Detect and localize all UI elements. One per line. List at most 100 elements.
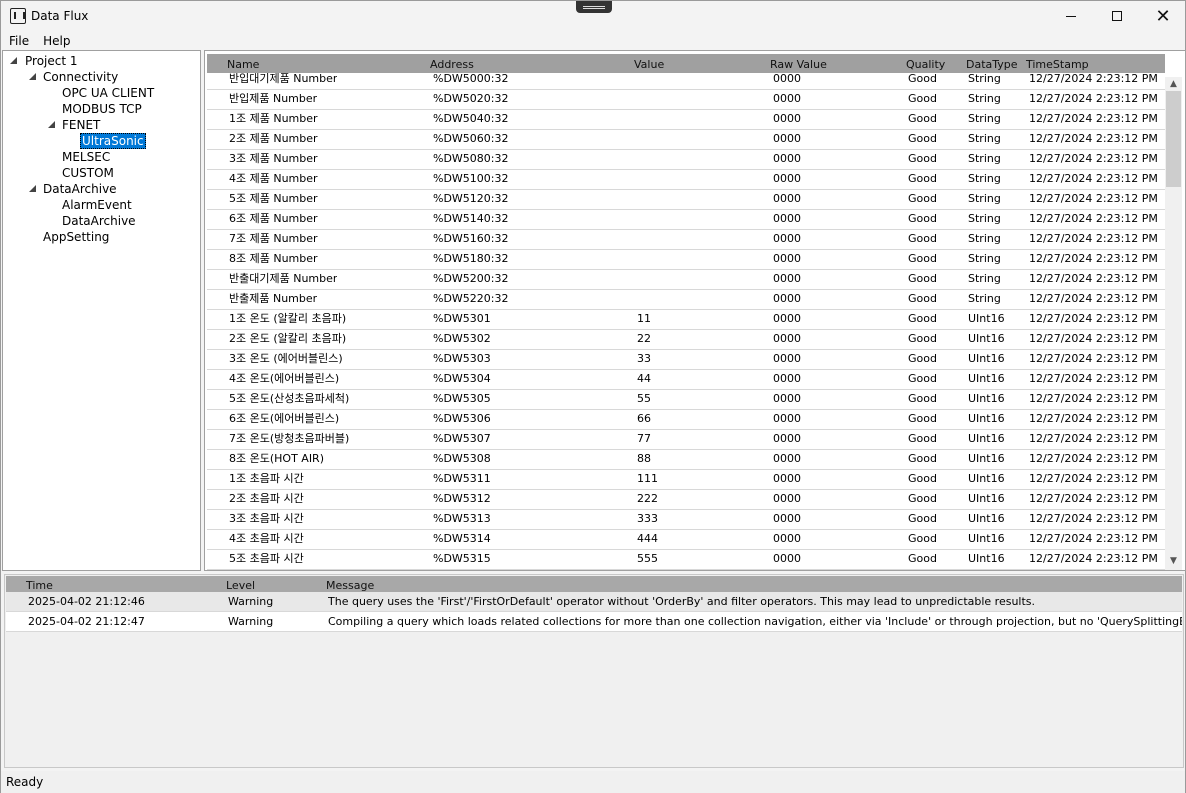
table-row[interactable]: 2조 온도 (알칼리 초음파) %DW5302 22 0000 Good UInt16 12…	[207, 330, 1165, 350]
table-row[interactable]: 4조 초음파 시간 %DW5314 444 0000 Good UInt16 12/27/2…	[207, 530, 1165, 550]
expanded-arrow-icon[interactable]	[29, 73, 36, 80]
maximize-button[interactable]	[1094, 1, 1140, 31]
cell-datatype: String	[968, 212, 1001, 225]
status-text: Ready	[6, 775, 44, 789]
table-row[interactable]: 1조 온도 (알칼리 초음파) %DW5301 11 0000 Good UInt16 12…	[207, 310, 1165, 330]
tree-label-dataarchive-child: DataArchive	[62, 214, 136, 228]
tree-label-dataarchive: DataArchive	[43, 182, 117, 196]
table-row[interactable]: 4조 온도(에어버블린스) %DW5304 44 0000 Good UInt16 12/2…	[207, 370, 1165, 390]
cell-value: 22	[637, 332, 651, 345]
tree-node-alarmevent[interactable]: AlarmEvent	[62, 197, 132, 213]
table-row[interactable]: 반출제품 Number %DW5220:32 0000 Good String 12/27…	[207, 290, 1165, 310]
cell-address: %DW5302	[433, 332, 491, 345]
table-row[interactable]: 5조 제품 Number %DW5120:32 0000 Good String 12/2…	[207, 190, 1165, 210]
cell-address: %DW5305	[433, 392, 491, 405]
column-header-name[interactable]: Name	[227, 58, 259, 71]
table-row[interactable]: 1조 초음파 시간 %DW5311 111 0000 Good UInt16 12/27/2…	[207, 470, 1165, 490]
tree-node-opc-ua-client[interactable]: OPC UA CLIENT	[62, 85, 154, 101]
cell-quality: Good	[908, 472, 937, 485]
tree-node-modbus-tcp[interactable]: MODBUS TCP	[62, 101, 142, 117]
log-cell-time: 2025-04-02 21:12:46	[28, 595, 145, 608]
log-column-header-level[interactable]: Level	[226, 579, 255, 592]
cell-quality: Good	[908, 112, 937, 125]
close-button[interactable]: ✕	[1140, 1, 1186, 31]
cell-name: 2조 온도 (알칼리 초음파)	[229, 332, 347, 345]
column-header-value[interactable]: Value	[634, 58, 664, 71]
table-row[interactable]: 4조 제품 Number %DW5100:32 0000 Good String 12/2…	[207, 170, 1165, 190]
cell-raw-value: 0000	[773, 272, 801, 285]
scroll-down-icon[interactable]: ▼	[1165, 554, 1182, 568]
cell-raw-value: 0000	[773, 412, 801, 425]
expanded-arrow-icon[interactable]	[29, 185, 36, 192]
table-row[interactable]: 6조 온도(에어버블린스) %DW5306 66 0000 Good UInt16 12/2…	[207, 410, 1165, 430]
cell-value: 88	[637, 452, 651, 465]
scroll-thumb[interactable]	[1166, 91, 1181, 187]
table-row[interactable]: 7조 제품 Number %DW5160:32 0000 Good String 12/2…	[207, 230, 1165, 250]
cell-raw-value: 0000	[773, 132, 801, 145]
menu-help[interactable]: Help	[36, 32, 77, 50]
log-panel[interactable]: Time Level Message 2025-04-02 21:12:46 Warn…	[4, 574, 1184, 768]
column-header-quality[interactable]: Quality	[906, 58, 945, 71]
table-row[interactable]: 5조 온도(산성초음파세척) %DW5305 55 0000 Good UInt16 12/…	[207, 390, 1165, 410]
column-header-raw-value[interactable]: Raw Value	[770, 58, 827, 71]
tree-node-melsec[interactable]: MELSEC	[62, 149, 110, 165]
table-row[interactable]: 반입대기제품 Number %DW5000:32 0000 Good String 12/…	[207, 73, 1165, 90]
cell-address: %DW5303	[433, 352, 491, 365]
grid-vertical-scrollbar[interactable]: ▲ ▼	[1165, 77, 1182, 570]
tree-node-appsetting[interactable]: AppSetting	[43, 229, 109, 245]
table-row[interactable]: 3조 온도 (에어버블린스) %DW5303 33 0000 Good UInt16 12/…	[207, 350, 1165, 370]
menu-file[interactable]: File	[1, 32, 36, 50]
cell-quality: Good	[908, 92, 937, 105]
cell-name: 6조 온도(에어버블린스)	[229, 412, 340, 425]
cell-name: 7조 온도(방청초음파버블)	[229, 432, 350, 445]
tag-grid[interactable]: Name Address Value Raw Value Quality DataType…	[204, 50, 1186, 571]
table-row[interactable]: 3조 제품 Number %DW5080:32 0000 Good String 12/2…	[207, 150, 1165, 170]
cell-datatype: UInt16	[968, 492, 1005, 505]
cell-address: %DW5080:32	[433, 152, 509, 165]
table-row[interactable]: 2조 초음파 시간 %DW5312 222 0000 Good UInt16 12/27/2…	[207, 490, 1165, 510]
cell-quality: Good	[908, 252, 937, 265]
cell-timestamp: 12/27/2024 2:23:12 PM	[1029, 372, 1158, 385]
cell-datatype: String	[968, 172, 1001, 185]
tree-label-modbus: MODBUS TCP	[62, 102, 142, 116]
cell-quality: Good	[908, 312, 937, 325]
cell-timestamp: 12/27/2024 2:23:12 PM	[1029, 212, 1158, 225]
column-header-address[interactable]: Address	[430, 58, 474, 71]
table-row[interactable]: 6조 제품 Number %DW5140:32 0000 Good String 12/2…	[207, 210, 1165, 230]
table-row[interactable]: 5조 초음파 시간 %DW5315 555 0000 Good UInt16 12/27/2…	[207, 550, 1165, 570]
table-row[interactable]: 1조 제품 Number %DW5040:32 0000 Good String 12/2…	[207, 110, 1165, 130]
cell-datatype: UInt16	[968, 312, 1005, 325]
cell-address: %DW5120:32	[433, 192, 509, 205]
table-row[interactable]: 반입제품 Number %DW5020:32 0000 Good String 12/27…	[207, 90, 1165, 110]
grid-body[interactable]: 반입대기제품 Number %DW5000:32 0000 Good String 12/…	[207, 73, 1165, 570]
column-header-timestamp[interactable]: TimeStamp	[1026, 58, 1089, 71]
log-row[interactable]: 2025-04-02 21:12:46 Warning The query uses…	[6, 592, 1182, 612]
log-cell-time: 2025-04-02 21:12:47	[28, 615, 145, 628]
table-row[interactable]: 반출대기제품 Number %DW5200:32 0000 Good String 12/…	[207, 270, 1165, 290]
table-row[interactable]: 7조 온도(방청초음파버블) %DW5307 77 0000 Good UInt16 12/…	[207, 430, 1165, 450]
project-tree[interactable]: Project 1 Connectivity OPC UA CLIENT MOD…	[2, 50, 201, 571]
table-row[interactable]: 3조 초음파 시간 %DW5313 333 0000 Good UInt16 12/27/2…	[207, 510, 1165, 530]
minimize-button[interactable]	[1048, 1, 1094, 31]
snap-grip-handle[interactable]	[576, 1, 612, 13]
tree-node-ultrasonic[interactable]: UltraSonic	[80, 133, 146, 149]
title-bar[interactable]: Data Flux ✕	[1, 1, 1185, 31]
cell-address: %DW5304	[433, 372, 491, 385]
table-row[interactable]: 2조 제품 Number %DW5060:32 0000 Good String 12/2…	[207, 130, 1165, 150]
expanded-arrow-icon[interactable]	[48, 121, 55, 128]
tree-node-custom[interactable]: CUSTOM	[62, 165, 114, 181]
table-row[interactable]: 8조 제품 Number %DW5180:32 0000 Good String 12/2…	[207, 250, 1165, 270]
cell-timestamp: 12/27/2024 2:23:12 PM	[1029, 92, 1158, 105]
log-row[interactable]: 2025-04-02 21:12:47 Warning Compiling a qu…	[6, 612, 1182, 632]
log-column-header-time[interactable]: Time	[26, 579, 53, 592]
expanded-arrow-icon[interactable]	[10, 57, 17, 64]
cell-timestamp: 12/27/2024 2:23:12 PM	[1029, 432, 1158, 445]
table-row[interactable]: 8조 온도(HOT AIR) %DW5308 88 0000 Good UInt16 12/…	[207, 450, 1165, 470]
column-header-datatype[interactable]: DataType	[966, 58, 1018, 71]
cell-raw-value: 0000	[773, 552, 801, 565]
tree-node-dataarchive-child[interactable]: DataArchive	[62, 213, 136, 229]
cell-name: 3조 제품 Number	[229, 152, 318, 165]
log-column-header-message[interactable]: Message	[326, 579, 374, 592]
scroll-up-icon[interactable]: ▲	[1165, 77, 1182, 91]
cell-datatype: String	[968, 73, 1001, 85]
